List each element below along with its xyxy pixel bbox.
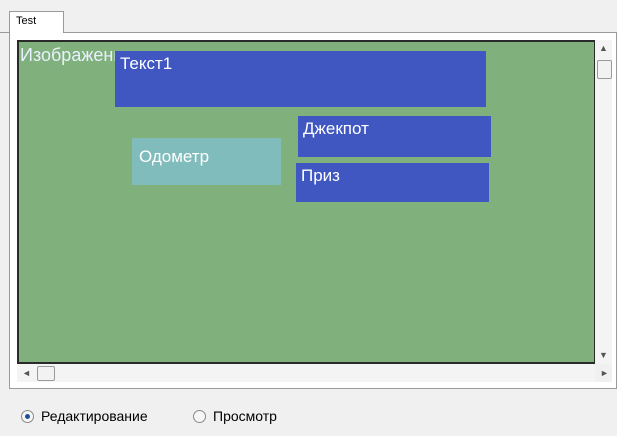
horizontal-scrollbar[interactable]: ◄ xyxy=(17,364,595,382)
element-prize[interactable]: Приз xyxy=(296,163,489,202)
element-odometer[interactable]: Одометр xyxy=(132,138,281,185)
scroll-right-icon[interactable]: ► xyxy=(600,369,609,378)
element-text1-label: Текст1 xyxy=(120,54,173,73)
radio-view-mode[interactable]: Просмотр xyxy=(193,408,277,424)
element-odometer-label: Одометр xyxy=(139,147,210,166)
horizontal-scroll-thumb[interactable] xyxy=(37,366,55,381)
mode-selector: Редактирование Просмотр xyxy=(0,389,617,436)
radio-view-label: Просмотр xyxy=(213,408,277,424)
tab-divider xyxy=(0,32,9,33)
radio-unchecked-icon[interactable] xyxy=(193,409,206,423)
vertical-scroll-thumb[interactable] xyxy=(597,60,612,79)
radio-edit-mode[interactable]: Редактирование xyxy=(21,408,148,424)
element-jackpot[interactable]: Джекпот xyxy=(298,116,491,157)
radio-checked-icon[interactable] xyxy=(21,409,34,423)
scroll-up-icon[interactable]: ▲ xyxy=(599,44,608,53)
design-canvas[interactable]: Изображение Текст1 Одометр Джекпот Приз xyxy=(17,40,595,364)
tab-test[interactable]: Test xyxy=(9,11,64,33)
element-jackpot-label: Джекпот xyxy=(303,119,369,138)
vertical-scrollbar[interactable]: ▲ ▼ xyxy=(595,40,612,364)
tab-strip: Test xyxy=(0,0,617,33)
scroll-down-icon[interactable]: ▼ xyxy=(599,351,608,360)
scrollbar-corner: ► xyxy=(595,364,612,382)
scroll-left-icon[interactable]: ◄ xyxy=(22,369,31,378)
element-prize-label: Приз xyxy=(301,166,340,185)
radio-edit-label: Редактирование xyxy=(41,408,148,424)
element-text1[interactable]: Текст1 xyxy=(115,51,486,107)
